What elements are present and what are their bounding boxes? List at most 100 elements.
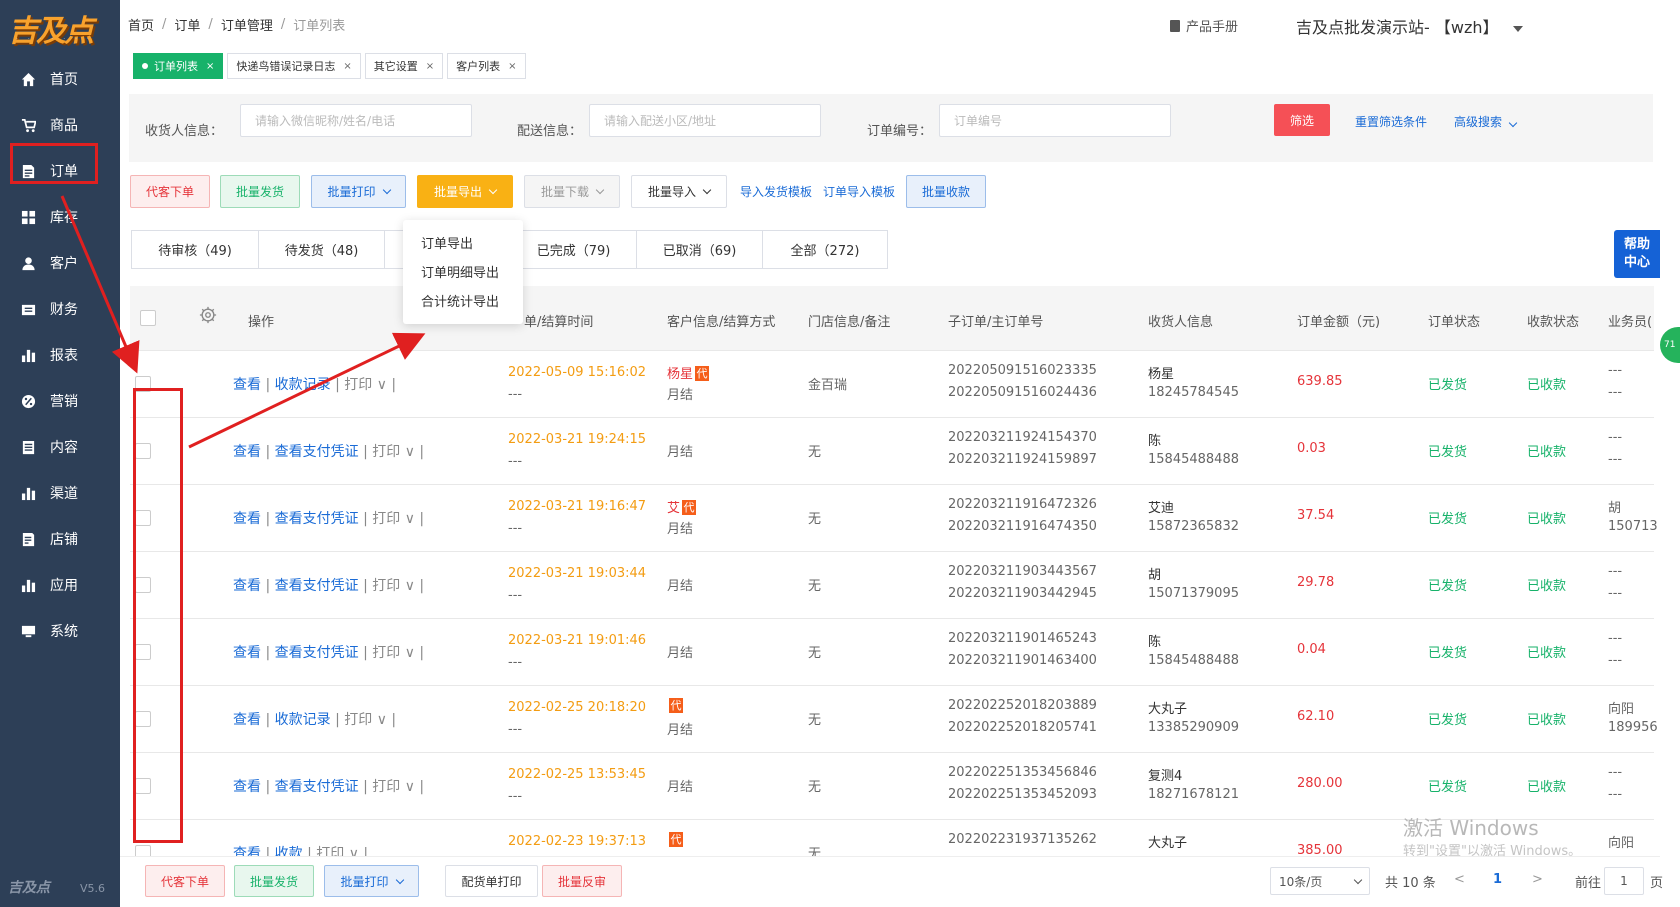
table-row[interactable]: 查看 | 查看支付凭证 | 打印 ∨ | 2022-03-21 19:01:46 -… — [130, 619, 1654, 686]
delivery-input[interactable]: 请输入配送小区/地址 — [589, 104, 821, 137]
view-link[interactable]: 查看 — [233, 779, 261, 795]
sidebar-item-marketing[interactable]: 营销 — [0, 378, 120, 424]
select-all-checkbox[interactable] — [140, 310, 156, 326]
menu-item-summary-export[interactable]: 合计统计导出 — [403, 286, 523, 315]
view-link[interactable]: 查看 — [233, 511, 261, 527]
close-icon[interactable]: × — [343, 61, 351, 72]
tab-order-list[interactable]: 订单列表 × — [133, 53, 224, 79]
batch-import-button[interactable]: 批量导入 — [631, 175, 727, 208]
goto-page-input[interactable]: 1 — [1604, 867, 1644, 895]
ship-list-print-button[interactable]: 配货单打印 — [445, 865, 538, 897]
row-checkbox[interactable] — [135, 778, 151, 794]
tab-other-settings[interactable]: 其它设置 × — [364, 53, 444, 79]
reset-filter-link[interactable]: 重置筛选条件 — [1355, 113, 1427, 130]
import-ship-template-link[interactable]: 导入发货模板 — [737, 175, 815, 208]
row-checkbox[interactable] — [135, 510, 151, 526]
sidebar-item-apps[interactable]: 应用 — [0, 562, 120, 608]
prev-page-button[interactable]: < — [1454, 872, 1465, 887]
table-row[interactable]: 查看 | 收款记录 | 打印 ∨ | 2022-05-09 15:16:02 ---… — [130, 351, 1654, 418]
sidebar-item-system[interactable]: 系统 — [0, 608, 120, 654]
close-icon[interactable]: × — [206, 61, 214, 72]
payment-link[interactable]: 查看支付凭证 — [275, 444, 359, 460]
filter-button[interactable]: 筛选 — [1274, 104, 1330, 136]
sidebar-item-inventory[interactable]: 库存 — [0, 194, 120, 240]
customer-name[interactable]: 杨星 — [667, 367, 693, 382]
batch-ship-button[interactable]: 批量发货 — [220, 175, 300, 208]
menu-item-order-detail-export[interactable]: 订单明细导出 — [403, 257, 523, 286]
sidebar-item-channels[interactable]: 渠道 — [0, 470, 120, 516]
menu-item-order-export[interactable]: 订单导出 — [403, 228, 523, 257]
sidebar-item-finance[interactable]: 财务 — [0, 286, 120, 332]
receiver-input[interactable]: 请输入微信昵称/姓名/电话 — [240, 104, 472, 137]
sidebar-item-orders[interactable]: 订单 — [0, 148, 120, 194]
table-row[interactable]: 查看 | 查看支付凭证 | 打印 ∨ | 2022-03-21 19:03:44 -… — [130, 552, 1654, 619]
batch-print-button[interactable]: 批量打印 — [311, 175, 406, 208]
payment-link[interactable]: 查看支付凭证 — [275, 578, 359, 594]
batch-export-button[interactable]: 批量导出 — [417, 175, 513, 208]
order-import-template-link[interactable]: 订单导入模板 — [821, 175, 897, 208]
print-dropdown[interactable]: 打印 ∨ — [372, 779, 419, 795]
row-checkbox[interactable] — [135, 376, 151, 392]
view-link[interactable]: 查看 — [233, 645, 261, 661]
batch-collect-button[interactable]: 批量收款 — [906, 175, 986, 208]
print-dropdown[interactable]: 打印 ∨ — [372, 645, 419, 661]
table-row[interactable]: 查看 | 查看支付凭证 | 打印 ∨ | 2022-02-25 13:53:45 -… — [130, 753, 1654, 820]
status-tab-pending-review[interactable]: 待审核（49) — [131, 230, 258, 269]
status-tab-completed[interactable]: 已完成（79) — [510, 230, 636, 269]
batch-download-button[interactable]: 批量下载 — [524, 175, 620, 208]
batch-reverse-button[interactable]: 批量反审 — [542, 865, 622, 897]
row-checkbox[interactable] — [135, 577, 151, 593]
sidebar-item-home[interactable]: 首页 — [0, 56, 120, 102]
tab-express-error-log[interactable]: 快递鸟错误记录日志 × — [227, 53, 361, 79]
product-manual-link[interactable]: 产品手册 — [1170, 16, 1238, 35]
row-checkbox[interactable] — [135, 443, 151, 459]
sidebar-item-store[interactable]: 店铺 — [0, 516, 120, 562]
view-link[interactable]: 查看 — [233, 578, 261, 594]
close-icon[interactable]: × — [508, 61, 516, 72]
bottom-batch-print-button[interactable]: 批量打印 — [324, 865, 419, 897]
payment-link[interactable]: 查看支付凭证 — [275, 645, 359, 661]
print-dropdown[interactable]: 打印 ∨ — [344, 377, 391, 393]
view-link[interactable]: 查看 — [233, 712, 261, 728]
status-tab-pending-ship[interactable]: 待发货（48) — [258, 230, 384, 269]
table-row[interactable]: 查看 | 查看支付凭证 | 打印 ∨ | 2022-03-21 19:16:47 -… — [130, 485, 1658, 552]
sidebar-item-reports[interactable]: 报表 — [0, 332, 120, 378]
breadcrumb-home[interactable]: 首页 — [128, 15, 154, 34]
close-icon[interactable]: × — [426, 61, 434, 72]
print-dropdown[interactable]: 打印 ∨ — [344, 712, 391, 728]
payment-link[interactable]: 查看支付凭证 — [275, 511, 359, 527]
view-link[interactable]: 查看 — [233, 444, 261, 460]
bottom-batch-ship-button[interactable]: 批量发货 — [234, 865, 314, 897]
payment-link[interactable]: 查看支付凭证 — [275, 779, 359, 795]
breadcrumb-orders[interactable]: 订单 — [174, 15, 200, 34]
bottom-proxy-order-button[interactable]: 代客下单 — [145, 865, 225, 897]
status-tab-cancelled[interactable]: 已取消（69) — [636, 230, 762, 269]
advanced-search-link[interactable]: 高级搜索 — [1454, 113, 1518, 130]
proxy-order-button[interactable]: 代客下单 — [130, 175, 210, 208]
table-row[interactable]: 查看 | 查看支付凭证 | 打印 ∨ | 2022-03-21 19:24:15 -… — [130, 418, 1654, 485]
table-row[interactable]: 查看 | 收款记录 | 打印 ∨ | 2022-02-25 20:18:20 ---… — [130, 686, 1658, 753]
floating-badge[interactable]: 71 — [1660, 327, 1680, 363]
sidebar-item-content[interactable]: 内容 — [0, 424, 120, 470]
help-center-button[interactable]: 帮助 中心 — [1614, 230, 1660, 278]
current-page[interactable]: 1 — [1493, 872, 1502, 887]
payment-link[interactable]: 收款记录 — [275, 712, 331, 728]
print-dropdown[interactable]: 打印 ∨ — [372, 578, 419, 594]
tab-customer-list[interactable]: 客户列表 × — [447, 53, 526, 79]
print-dropdown[interactable]: 打印 ∨ — [372, 444, 419, 460]
order-no-input[interactable]: 订单编号 — [939, 104, 1171, 137]
view-link[interactable]: 查看 — [233, 377, 261, 393]
row-checkbox[interactable] — [135, 644, 151, 660]
status-tab-all[interactable]: 全部（272) — [762, 230, 888, 269]
gear-icon[interactable] — [199, 306, 217, 324]
site-account-menu[interactable]: 吉及点批发演示站- 【wzh】 — [1296, 14, 1523, 38]
sidebar-item-customers[interactable]: 客户 — [0, 240, 120, 286]
sidebar-item-products[interactable]: 商品 — [0, 102, 120, 148]
print-dropdown[interactable]: 打印 ∨ — [372, 511, 419, 527]
row-checkbox[interactable] — [135, 711, 151, 727]
breadcrumb-order-management[interactable]: 订单管理 — [221, 15, 273, 34]
customer-name[interactable]: 艾 — [667, 501, 680, 516]
page-size-select[interactable]: 10条/页 — [1270, 867, 1370, 895]
payment-link[interactable]: 收款记录 — [275, 377, 331, 393]
next-page-button[interactable]: > — [1532, 872, 1543, 887]
